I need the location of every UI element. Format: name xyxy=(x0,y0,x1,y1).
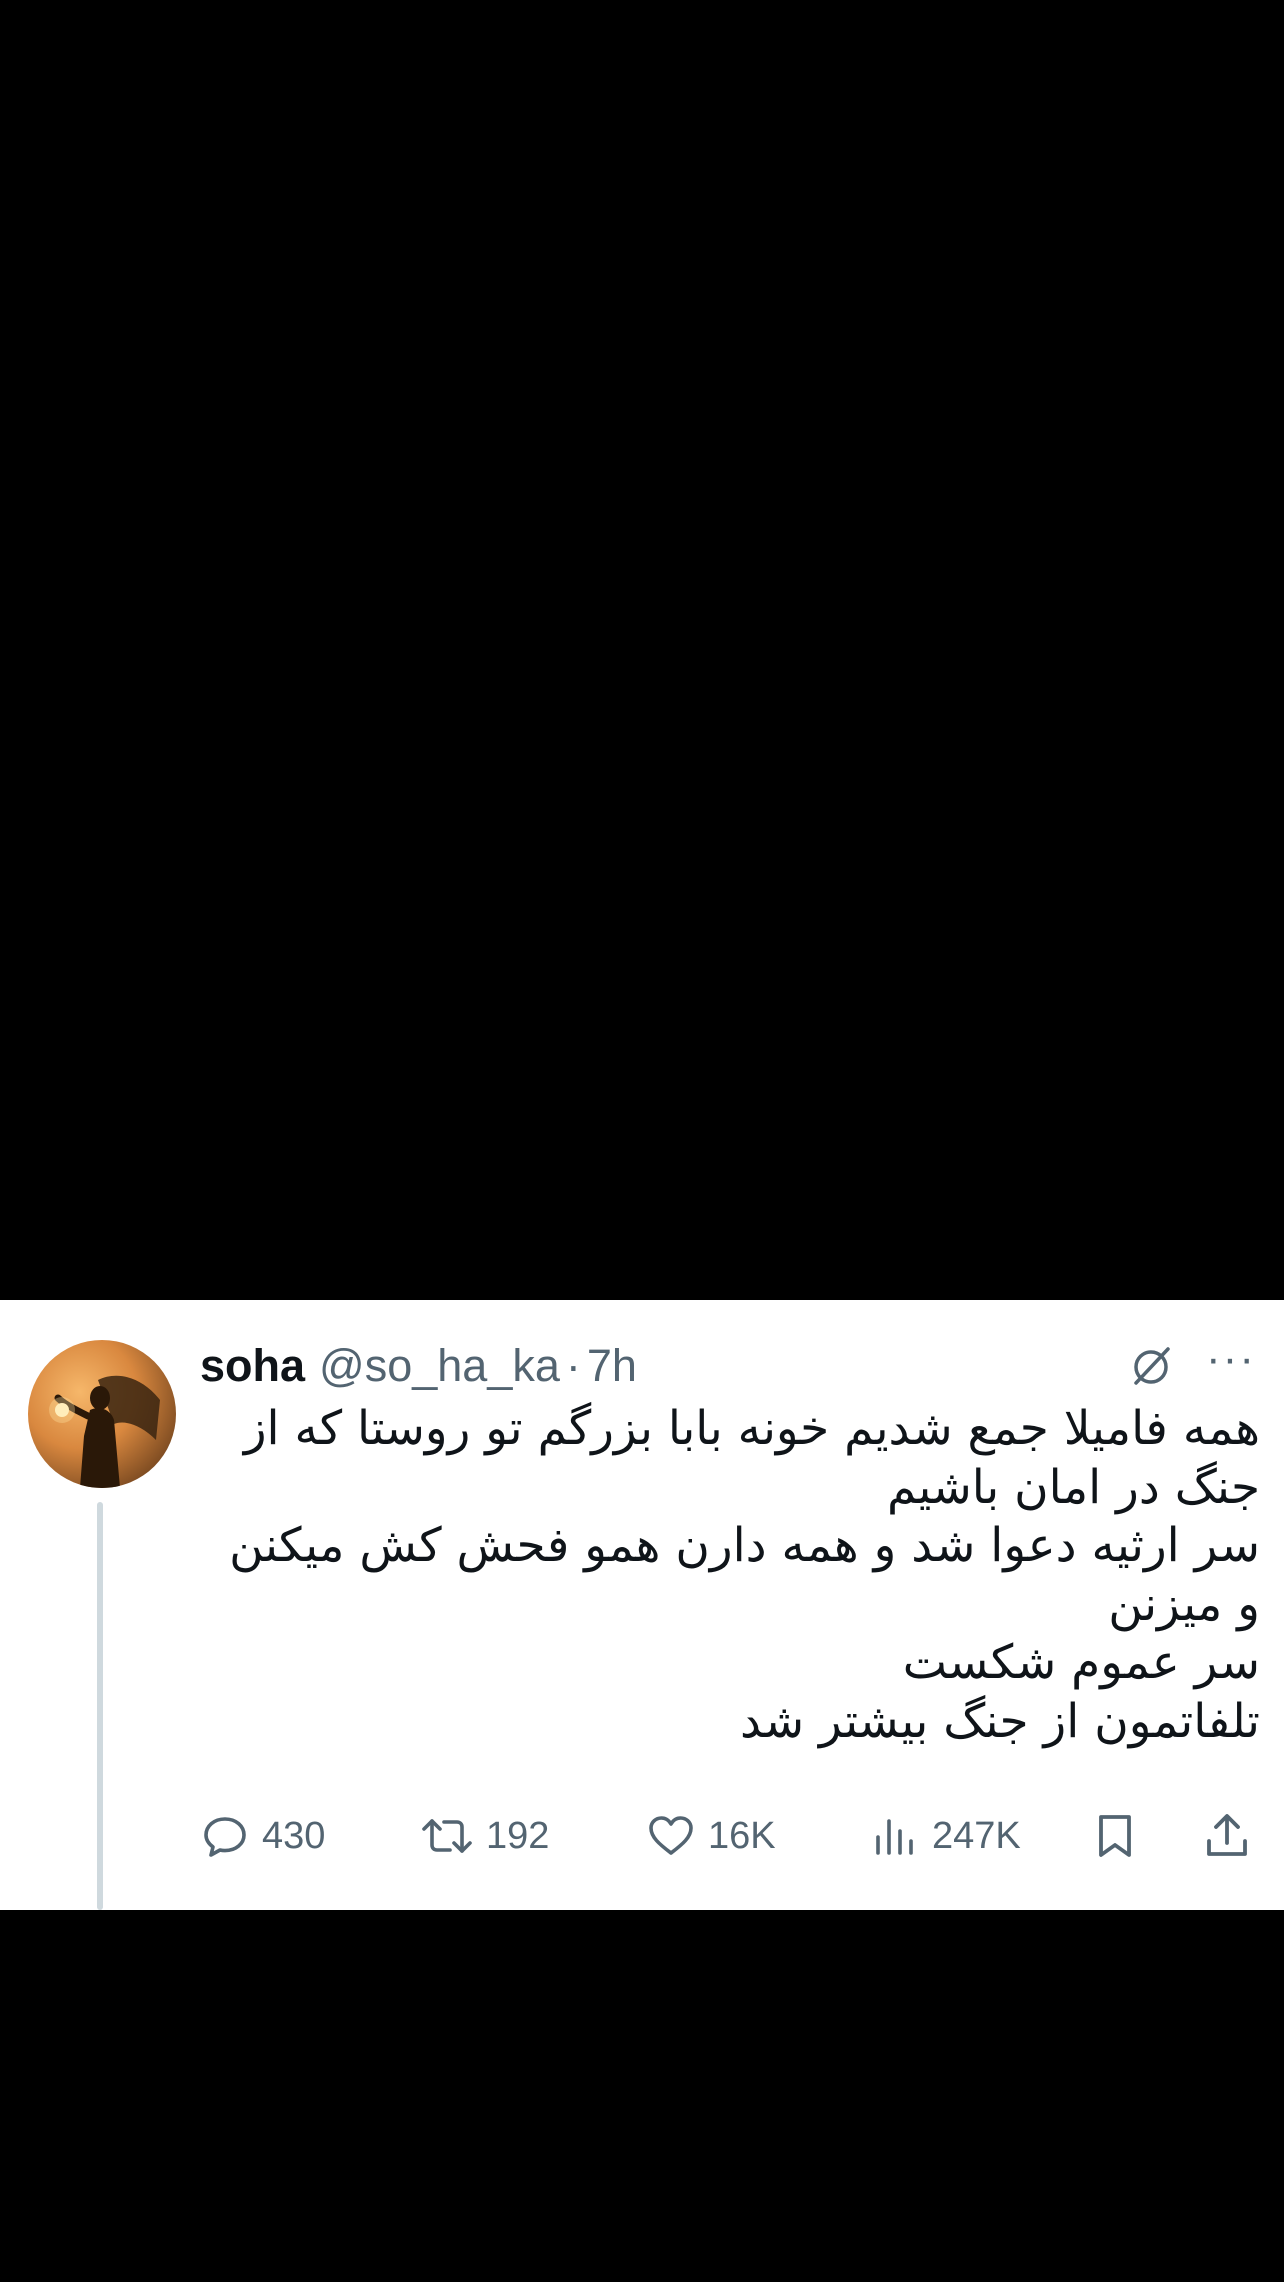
author-handle[interactable]: @so_ha_ka xyxy=(319,1340,560,1392)
repost-button[interactable]: 192 xyxy=(420,1806,549,1866)
thread-line xyxy=(97,1502,103,1910)
tweet-text-line: همه فامیلا جمع شدیم خونه بابا بزرگم تو ر… xyxy=(243,1401,1260,1515)
tweet-card[interactable]: soha @so_ha_ka · 7h ··· همه فامیلا جمع ش… xyxy=(0,1300,1284,1910)
reply-count: 430 xyxy=(262,1814,326,1857)
tweet-text-line: تلفاتمون از جنگ بیشتر شد xyxy=(740,1693,1260,1749)
avatar[interactable] xyxy=(28,1340,176,1488)
bookmark-icon xyxy=(1090,1811,1140,1861)
tweet-header: soha @so_ha_ka · 7h xyxy=(200,1338,637,1394)
share-icon xyxy=(1202,1811,1252,1861)
bookmark-button[interactable] xyxy=(1090,1806,1140,1866)
tweet-text-line: سر عموم شکست xyxy=(902,1635,1260,1690)
letterbox-top xyxy=(0,0,1284,1300)
tweet-text: همه فامیلا جمع شدیم خونه بابا بزرگم تو ر… xyxy=(200,1400,1260,1751)
more-icon[interactable]: ··· xyxy=(1206,1337,1256,1381)
timestamp[interactable]: 7h xyxy=(587,1340,637,1392)
grok-icon[interactable] xyxy=(1128,1343,1174,1389)
views-count: 247K xyxy=(932,1814,1021,1857)
views-icon xyxy=(870,1811,920,1861)
reply-icon xyxy=(200,1811,250,1861)
action-bar: 430 192 16K 247K xyxy=(200,1806,1258,1866)
separator-dot: · xyxy=(565,1340,581,1391)
repost-count: 192 xyxy=(486,1814,550,1857)
share-button[interactable] xyxy=(1202,1806,1252,1866)
heart-icon xyxy=(646,1811,696,1861)
author-name[interactable]: soha xyxy=(200,1340,305,1392)
repost-icon xyxy=(420,1811,474,1861)
views-button[interactable]: 247K xyxy=(870,1806,1021,1866)
like-button[interactable]: 16K xyxy=(646,1806,776,1866)
header-actions: ··· xyxy=(1128,1337,1256,1394)
reply-button[interactable]: 430 xyxy=(200,1806,325,1866)
like-count: 16K xyxy=(708,1814,776,1857)
tweet-text-line: سر ارثیه دعوا شد و همه دارن همو فحش کش م… xyxy=(229,1518,1260,1632)
letterbox-bottom xyxy=(0,1910,1284,2282)
